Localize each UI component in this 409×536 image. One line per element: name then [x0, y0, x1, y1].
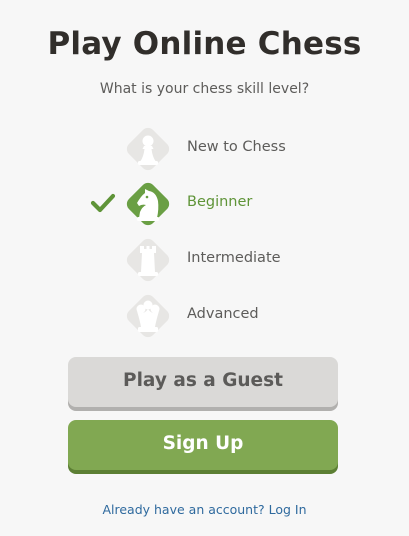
login-link[interactable]: Already have an account? Log In — [0, 502, 409, 517]
level-option-intermediate[interactable]: Intermediate — [90, 235, 350, 285]
level-label: Intermediate — [187, 250, 281, 266]
level-option-new-to-chess[interactable]: New to Chess — [90, 124, 350, 174]
level-label: Advanced — [187, 306, 259, 322]
king-icon — [123, 291, 173, 341]
sign-up-button[interactable]: Sign Up — [68, 420, 338, 470]
checkmark-icon — [90, 193, 116, 213]
level-option-advanced[interactable]: Advanced — [90, 291, 350, 341]
pawn-icon — [123, 124, 173, 174]
level-label: New to Chess — [187, 139, 286, 155]
play-as-guest-button[interactable]: Play as a Guest — [68, 357, 338, 407]
level-label: Beginner — [187, 194, 253, 210]
knight-icon — [123, 179, 173, 229]
page-title: Play Online Chess — [47, 26, 362, 62]
level-option-beginner[interactable]: Beginner — [90, 179, 350, 229]
rook-icon — [123, 235, 173, 285]
skill-question: What is your chess skill level? — [99, 81, 310, 97]
